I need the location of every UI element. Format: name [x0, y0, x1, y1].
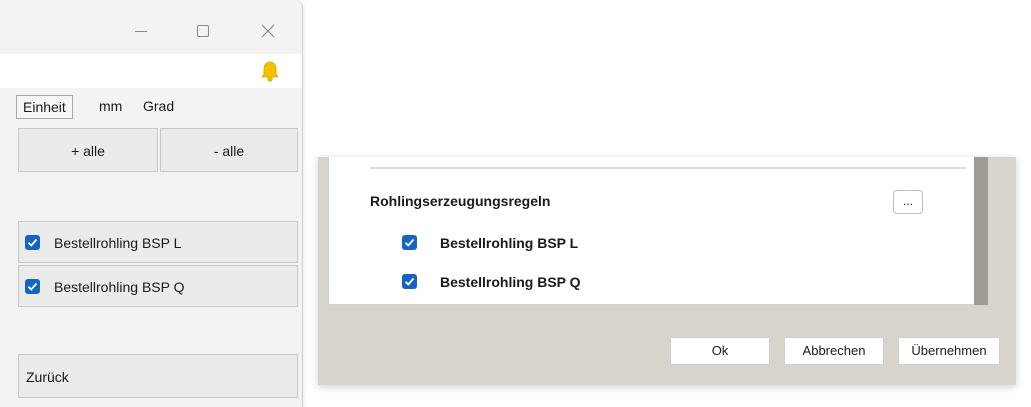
close-button[interactable]: [255, 18, 281, 44]
checkmark-icon: [27, 238, 38, 247]
unit-degree-option[interactable]: Grad: [143, 95, 174, 117]
close-icon: [261, 24, 275, 38]
maximize-button[interactable]: [190, 18, 216, 44]
list-item[interactable]: Bestellrohling BSP L: [18, 221, 298, 263]
title-bar: [0, 0, 302, 54]
scrollbar[interactable]: [974, 157, 988, 305]
list-item-label: Bestellrohling BSP Q: [54, 279, 185, 295]
section-title: Rohlingserzeugungsregeln: [370, 193, 551, 209]
dialog: Rohlingserzeugungsregeln ... Bestellrohl…: [318, 157, 1016, 385]
apply-button[interactable]: Übernehmen: [898, 337, 1000, 365]
divider: [370, 167, 966, 169]
unit-mm-option[interactable]: mm: [99, 95, 122, 117]
more-options-button[interactable]: ...: [893, 190, 923, 214]
add-all-button[interactable]: + alle: [18, 128, 158, 172]
checkbox[interactable]: [25, 235, 40, 250]
checkbox[interactable]: [25, 279, 40, 294]
left-window: Einheit mm Grad + alle - alle Bestellroh…: [0, 0, 303, 407]
rules-panel: Rohlingserzeugungsregeln ... Bestellrohl…: [328, 157, 988, 305]
checkmark-icon: [404, 238, 415, 247]
back-button[interactable]: Zurück: [18, 354, 298, 398]
list-item-label: Bestellrohling BSP L: [54, 235, 182, 251]
rule-item-label: Bestellrohling BSP Q: [440, 274, 581, 290]
list-item[interactable]: Bestellrohling BSP Q: [18, 265, 298, 307]
ok-button[interactable]: Ok: [670, 337, 770, 365]
unit-button[interactable]: Einheit: [16, 95, 73, 119]
bell-icon[interactable]: [260, 60, 280, 82]
maximize-icon: [197, 25, 209, 37]
checkmark-icon: [27, 282, 38, 291]
checkbox[interactable]: [402, 274, 417, 289]
rule-item-label: Bestellrohling BSP L: [440, 235, 579, 251]
minimize-button[interactable]: [128, 18, 154, 44]
notification-strip: [0, 54, 302, 88]
checkmark-icon: [404, 277, 415, 286]
cancel-button[interactable]: Abbrechen: [784, 337, 884, 365]
minimize-icon: [135, 31, 147, 32]
checkbox[interactable]: [402, 235, 417, 250]
unit-row: Einheit mm Grad: [0, 90, 302, 122]
remove-all-button[interactable]: - alle: [160, 128, 298, 172]
